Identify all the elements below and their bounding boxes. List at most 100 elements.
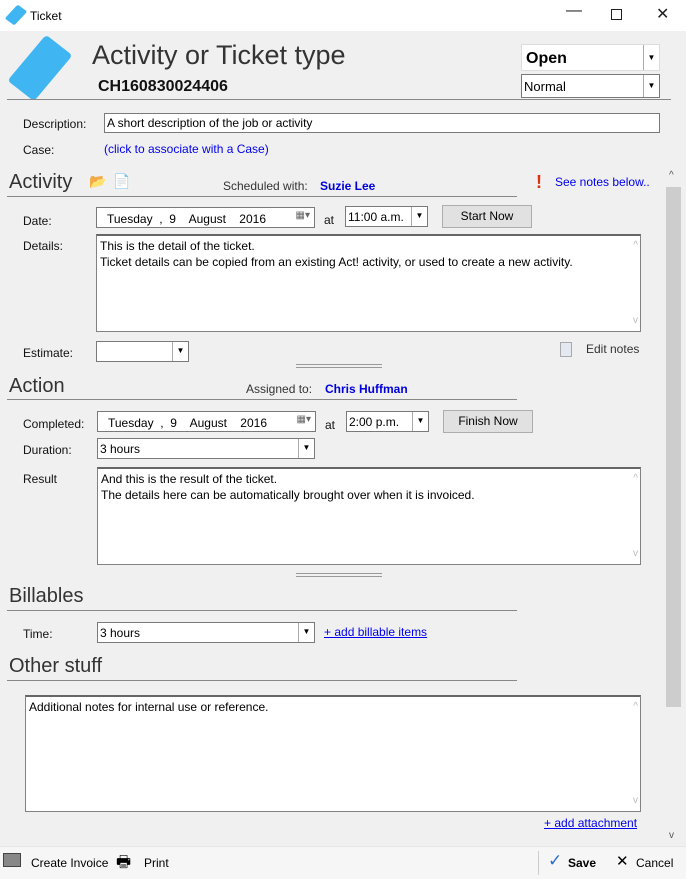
- open-folder-icon[interactable]: 📂: [89, 173, 106, 190]
- checkmark-icon: ✓: [548, 851, 563, 870]
- chevron-down-icon: ▼: [298, 439, 314, 458]
- scroll-up-icon[interactable]: ^: [633, 699, 638, 715]
- start-now-button[interactable]: Start Now: [442, 205, 532, 228]
- time-value: 2:00 p.m.: [349, 415, 400, 429]
- close-icon: ✕: [616, 853, 629, 870]
- completed-label: Completed:: [23, 417, 85, 431]
- action-section-title: Action: [9, 375, 65, 397]
- finish-now-button[interactable]: Finish Now: [443, 410, 533, 433]
- case-label: Case:: [23, 143, 55, 157]
- minimize-button[interactable]: —: [566, 2, 582, 20]
- add-attachment-link[interactable]: + add attachment: [544, 816, 637, 830]
- at-label: at: [325, 418, 336, 432]
- chevron-down-icon: ▼: [172, 342, 188, 361]
- details-line: Ticket details can be copied from an exi…: [100, 255, 573, 269]
- description-label: Description:: [23, 117, 87, 131]
- splitter-handle[interactable]: [296, 573, 382, 577]
- chevron-down-icon: ▼: [298, 623, 314, 642]
- details-textarea[interactable]: This is the detail of the ticket. Ticket…: [96, 234, 641, 332]
- scroll-down-icon[interactable]: v: [633, 793, 638, 809]
- details-line: This is the detail of the ticket.: [100, 239, 255, 253]
- chevron-down-icon: ▼: [643, 75, 659, 97]
- scroll-down-icon[interactable]: v: [633, 313, 638, 329]
- footer-toolbar: Create Invoice 🖶 Print ✓ Save ✕ Cancel: [0, 846, 686, 879]
- printer-icon: 🖶: [116, 854, 132, 871]
- scrollbar[interactable]: ^ v: [665, 170, 682, 846]
- result-line: And this is the result of the ticket.: [101, 472, 278, 486]
- notepad-icon[interactable]: [560, 342, 572, 357]
- window-title: Ticket: [30, 9, 62, 23]
- scroll-up-icon[interactable]: ^: [633, 238, 638, 254]
- date-value: Tuesday , 9 August 2016: [108, 416, 267, 430]
- scroll-down-icon[interactable]: v: [669, 830, 674, 841]
- details-label: Details:: [23, 239, 64, 253]
- priority-select[interactable]: Normal ▼: [521, 74, 660, 98]
- result-label: Result: [23, 472, 58, 486]
- duration-value: 3 hours: [100, 442, 141, 456]
- assigned-to-label: Assigned to:: [246, 382, 313, 396]
- chevron-down-icon: ▼: [643, 45, 659, 70]
- divider: [7, 99, 671, 100]
- exclamation-icon: !: [536, 172, 542, 192]
- print-label: Print: [144, 856, 169, 870]
- status-value: Open: [526, 50, 567, 67]
- scroll-up-icon[interactable]: ^: [669, 170, 674, 181]
- description-input[interactable]: A short description of the job or activi…: [104, 113, 660, 133]
- duration-select[interactable]: 3 hours ▼: [97, 438, 315, 459]
- scroll-up-icon[interactable]: ^: [633, 471, 638, 487]
- status-select[interactable]: Open ▼: [521, 44, 660, 71]
- maximize-button[interactable]: [611, 9, 622, 20]
- result-textarea[interactable]: And this is the result of the ticket. Th…: [97, 467, 641, 565]
- completed-time-select[interactable]: 2:00 p.m. ▼: [346, 411, 429, 432]
- ticket-icon: [4, 4, 28, 26]
- divider: [7, 399, 517, 400]
- chevron-down-icon: ▼: [411, 207, 427, 226]
- cancel-label: Cancel: [636, 856, 674, 870]
- print-button[interactable]: 🖶 Print: [116, 851, 176, 873]
- title-bar: Ticket — ✕: [0, 0, 686, 31]
- divider: [7, 196, 517, 197]
- new-document-icon[interactable]: 📄: [113, 173, 130, 190]
- scheduled-with-label: Scheduled with:: [223, 179, 308, 193]
- divider: [538, 851, 539, 875]
- save-button[interactable]: ✓ Save: [548, 851, 600, 875]
- create-invoice-label: Create Invoice: [31, 856, 109, 870]
- billable-time-select[interactable]: 3 hours ▼: [97, 622, 315, 643]
- add-billable-items-link[interactable]: + add billable items: [324, 625, 427, 639]
- time-value: 3 hours: [100, 626, 141, 640]
- calendar-icon[interactable]: ▦▾: [296, 210, 310, 221]
- time-select[interactable]: 11:00 a.m. ▼: [345, 206, 428, 227]
- ticket-id: CH160830024406: [98, 78, 228, 95]
- scroll-down-icon[interactable]: v: [633, 546, 638, 562]
- ticket-type-title: Activity or Ticket type: [92, 40, 346, 70]
- associate-case-link[interactable]: (click to associate with a Case): [104, 142, 269, 156]
- divider: [7, 680, 517, 681]
- billables-section-title: Billables: [9, 585, 84, 607]
- result-line: The details here can be automatically br…: [101, 488, 475, 502]
- splitter-handle[interactable]: [296, 364, 382, 368]
- scrollbar-thumb[interactable]: [666, 187, 681, 707]
- invoice-icon: [3, 853, 21, 867]
- assigned-to-user[interactable]: Chris Huffman: [325, 382, 408, 396]
- estimate-label: Estimate:: [23, 346, 74, 360]
- edit-notes-link[interactable]: Edit notes: [586, 342, 639, 356]
- date-value: Tuesday , 9 August 2016: [107, 212, 266, 226]
- time-label: Time:: [23, 627, 53, 641]
- activity-section-title: Activity: [9, 171, 73, 193]
- estimate-select[interactable]: ▼: [96, 341, 189, 362]
- scheduled-with-user[interactable]: Suzie Lee: [320, 179, 375, 193]
- save-label: Save: [568, 856, 597, 870]
- date-label: Date:: [23, 214, 52, 228]
- completed-date-picker[interactable]: Tuesday , 9 August 2016 ▦▾: [97, 411, 316, 432]
- other-section-title: Other stuff: [9, 655, 103, 677]
- at-label: at: [324, 213, 335, 227]
- duration-label: Duration:: [23, 443, 72, 457]
- close-button[interactable]: ✕: [656, 4, 669, 24]
- see-notes-link[interactable]: See notes below..: [555, 175, 650, 189]
- calendar-icon[interactable]: ▦▾: [297, 414, 311, 425]
- internal-notes-textarea[interactable]: Additional notes for internal use or ref…: [25, 695, 641, 812]
- date-picker[interactable]: Tuesday , 9 August 2016 ▦▾: [96, 207, 315, 228]
- cancel-button[interactable]: ✕ Cancel: [616, 851, 676, 875]
- priority-value: Normal: [524, 79, 566, 94]
- divider: [7, 610, 517, 611]
